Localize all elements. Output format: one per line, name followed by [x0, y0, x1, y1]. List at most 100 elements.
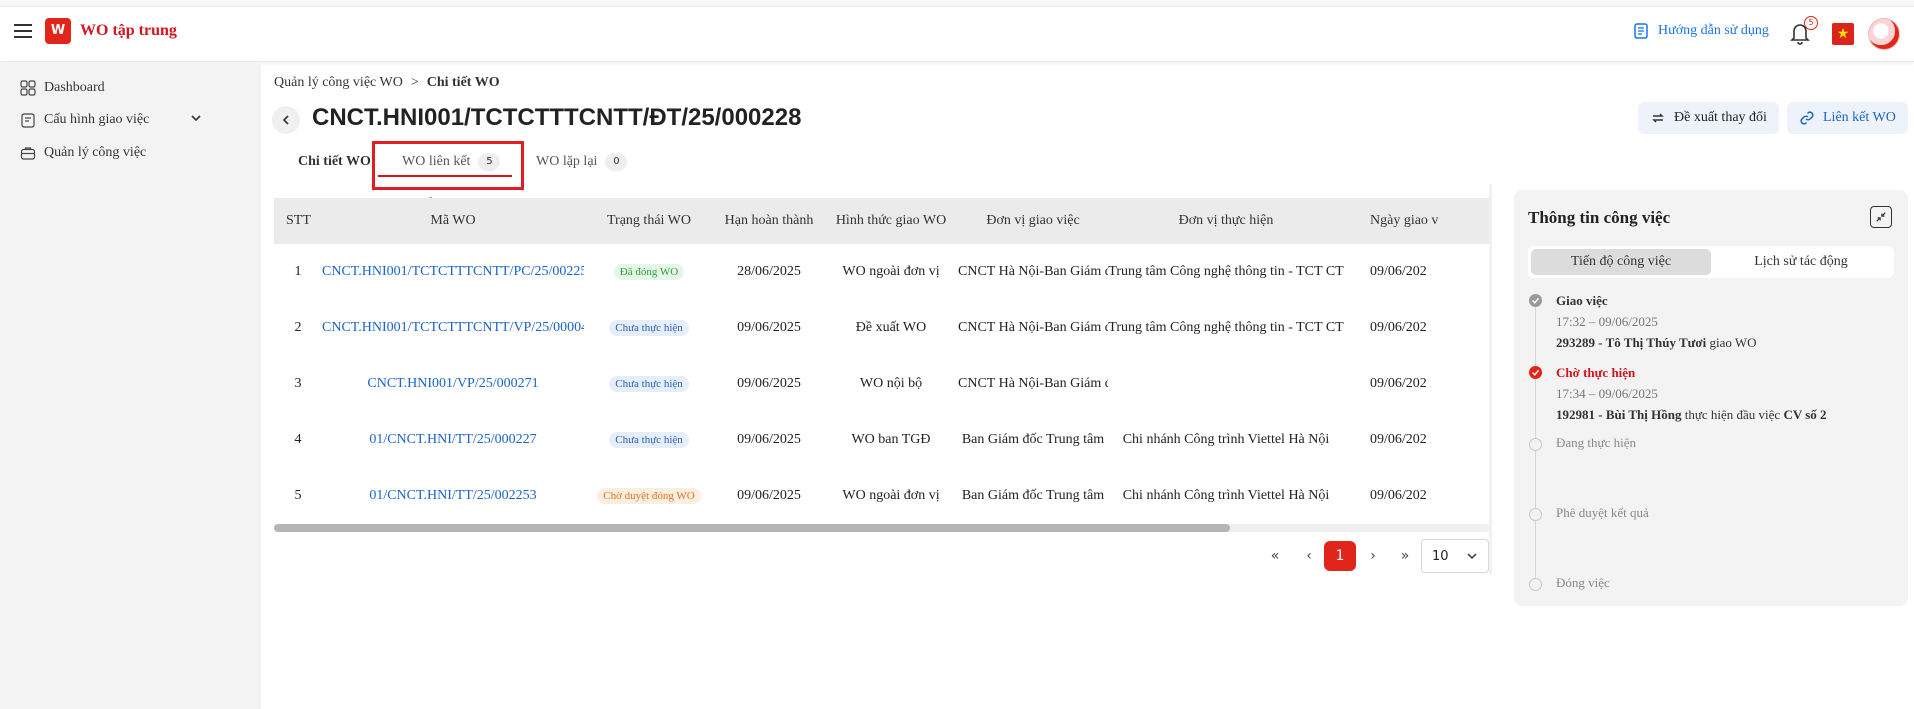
page-title: CNCT.HNI001/TCTCTTTCNTT/ĐT/25/000228: [312, 104, 802, 131]
timeline-pending-icon: [1529, 438, 1542, 451]
cell-executor: Chi nhánh Công trình Viettel Hà Nội: [1122, 432, 1330, 447]
cell-form: WO nội bộ: [859, 376, 923, 391]
sidebar-item-label: Dashboard: [44, 80, 105, 95]
chevron-left-icon: [282, 115, 289, 125]
cell-wo-code[interactable]: CNCT.HNI001/TCTCTTTCNTT/VP/25/000048: [322, 300, 584, 356]
sidebar-item-dashboard[interactable]: Dashboard: [20, 80, 105, 96]
cell-status: Chưa thực hiện: [584, 356, 714, 412]
sidebar-item-config[interactable]: Cấu hình giao việc: [20, 112, 149, 128]
column-header: Trạng thái WO: [584, 198, 714, 244]
panel-tabs: Tiến độ công việc Lịch sử tác động: [1528, 246, 1894, 278]
panel-title: Thông tin công việc: [1528, 208, 1671, 227]
cell-wo-code[interactable]: 01/CNCT.HNI/TT/25/002253: [322, 468, 584, 524]
page-size-select[interactable]: 10: [1421, 539, 1489, 573]
collapse-panel-button[interactable]: [1870, 206, 1892, 228]
status-badge: Chưa thực hiện: [609, 432, 689, 448]
cell-stt: 3: [294, 376, 302, 391]
timeline-step-waiting: Chờ thực hiện 17:34 – 09/06/2025 192981 …: [1556, 362, 1827, 425]
pagination-next-button[interactable]: ›: [1360, 541, 1386, 571]
table-row: 1 CNCT.HNI001/TCTCTTTCNTT/PC/25/002254 Đ…: [274, 244, 1490, 300]
cell-assigner: Ban Giám đốc Trung tâm: [961, 488, 1105, 503]
user-guide-label: Hướng dẫn sử dụng: [1658, 23, 1769, 38]
cell-executor: Chi nhánh Công trình Viettel Hà Nội: [1122, 488, 1330, 503]
tab-progress[interactable]: Tiến độ công việc: [1531, 249, 1711, 275]
timeline-step-title: Đóng việc: [1556, 575, 1610, 590]
breadcrumb-parent[interactable]: Quản lý công việc WO: [274, 75, 403, 91]
timeline-actor: 192981 - Bùi Thị Hồng: [1556, 407, 1682, 422]
column-header: Hình thức giao WO: [824, 198, 958, 244]
timeline-step-in-progress: Đang thực hiện: [1556, 435, 1636, 451]
cell-form: WO ban TGĐ: [851, 432, 931, 447]
tab-repeated-wo[interactable]: WO lặp lại 0: [536, 148, 628, 176]
grid-icon: [20, 80, 36, 96]
back-button[interactable]: [272, 106, 300, 134]
vietnam-flag-icon[interactable]: ★: [1832, 23, 1854, 45]
pagination-last-button[interactable]: »: [1392, 541, 1418, 571]
table-row: 5 01/CNCT.HNI/TT/25/002253 Chờ duyệt đón…: [274, 468, 1490, 524]
cell-wo-code[interactable]: CNCT.HNI001/TCTCTTTCNTT/PC/25/002254: [322, 244, 584, 300]
link-icon: [1800, 111, 1814, 125]
cell-stt: 5: [294, 488, 302, 503]
cell-assigner: CNCT Hà Nội-Ban Giám đốc: [958, 264, 1108, 279]
cell-deadline: 09/06/2025: [737, 320, 801, 335]
table-horizontal-scrollbar[interactable]: [274, 524, 1490, 532]
column-header: Ngày giao v: [1344, 198, 1490, 244]
cell-date: 09/06/202: [1370, 320, 1427, 335]
cell-wo-code[interactable]: CNCT.HNI001/VP/25/000271: [322, 356, 584, 412]
status-badge: Đã đóng WO: [613, 264, 685, 280]
tab-count: 0: [605, 153, 628, 171]
app-title: WO tập trung: [80, 22, 177, 39]
user-avatar[interactable]: [1868, 18, 1900, 50]
cell-executor: [1108, 356, 1344, 412]
cell-form: WO ngoài đơn vị: [842, 264, 940, 279]
chevron-down-icon: [1467, 553, 1477, 560]
table-row: 4 01/CNCT.HNI/TT/25/000227 Chưa thực hiệ…: [274, 412, 1490, 468]
cell-deadline: 28/06/2025: [737, 264, 801, 279]
cell-status: Chưa thực hiện: [584, 412, 714, 468]
pagination-prev-button[interactable]: ‹: [1296, 541, 1322, 571]
status-badge: Chưa thực hiện: [609, 376, 689, 392]
table-row: 2 CNCT.HNI001/TCTCTTTCNTT/VP/25/000048 C…: [274, 300, 1490, 356]
pagination-first-button[interactable]: «: [1262, 541, 1288, 571]
link-wo-button[interactable]: Liên kết WO: [1787, 102, 1908, 134]
column-header: Đơn vị giao việc: [958, 198, 1108, 244]
cell-stt: 2: [294, 320, 302, 335]
cell-status: Đã đóng WO: [584, 244, 714, 300]
user-guide-link[interactable]: Hướng dẫn sử dụng: [1632, 22, 1769, 40]
scrollbar-thumb[interactable]: [274, 524, 1230, 532]
cell-wo-code[interactable]: 01/CNCT.HNI/TT/25/000227: [322, 412, 584, 468]
annotation-highlight-box: [372, 141, 524, 190]
notification-count: 5: [1804, 16, 1818, 30]
cell-status: Chờ duyệt đóng WO: [584, 468, 714, 524]
top-strip: [0, 0, 1914, 7]
panel-divider: [1489, 184, 1492, 574]
status-badge: Chờ duyệt đóng WO: [597, 488, 701, 504]
cell-date: 09/06/202: [1370, 432, 1427, 447]
tab-label: WO lặp lại: [536, 154, 598, 169]
timeline-step-title: Đang thực hiện: [1556, 435, 1636, 450]
notification-button[interactable]: 5: [1788, 16, 1818, 46]
pagination-page-current[interactable]: 1: [1324, 541, 1356, 571]
timeline-action: thực hiện đầu việc: [1681, 407, 1784, 422]
timeline-target: CV số 2: [1783, 407, 1827, 422]
timeline-current-icon: [1529, 366, 1542, 379]
collapse-icon: [1876, 212, 1886, 222]
breadcrumb-separator: >: [410, 75, 419, 90]
cell-deadline: 09/06/2025: [737, 376, 801, 391]
cell-form: WO ngoài đơn vị: [842, 488, 940, 503]
tab-wo-detail[interactable]: Chi tiết WO: [298, 148, 371, 176]
column-header: STT: [274, 198, 322, 244]
propose-change-button[interactable]: Đề xuất thay đổi: [1638, 102, 1779, 134]
timeline-pending-icon: [1529, 578, 1542, 591]
chevron-down-icon[interactable]: [190, 112, 202, 124]
timeline-step-title: Phê duyệt kết quả: [1556, 505, 1649, 520]
page-size-value: 10: [1432, 548, 1449, 564]
tab-history[interactable]: Lịch sử tác động: [1711, 249, 1891, 275]
app-logo: W: [45, 18, 71, 44]
cell-date: 09/06/202: [1370, 488, 1427, 503]
timeline-step-time: 17:34 – 09/06/2025: [1556, 386, 1658, 401]
sidebar-item-work-management[interactable]: Quản lý công việc: [20, 145, 146, 161]
linked-wo-table: STT Mã WO Trạng thái WO Hạn hoàn thành H…: [274, 198, 1490, 530]
column-header: Hạn hoàn thành: [714, 198, 824, 244]
menu-icon[interactable]: [14, 24, 32, 40]
